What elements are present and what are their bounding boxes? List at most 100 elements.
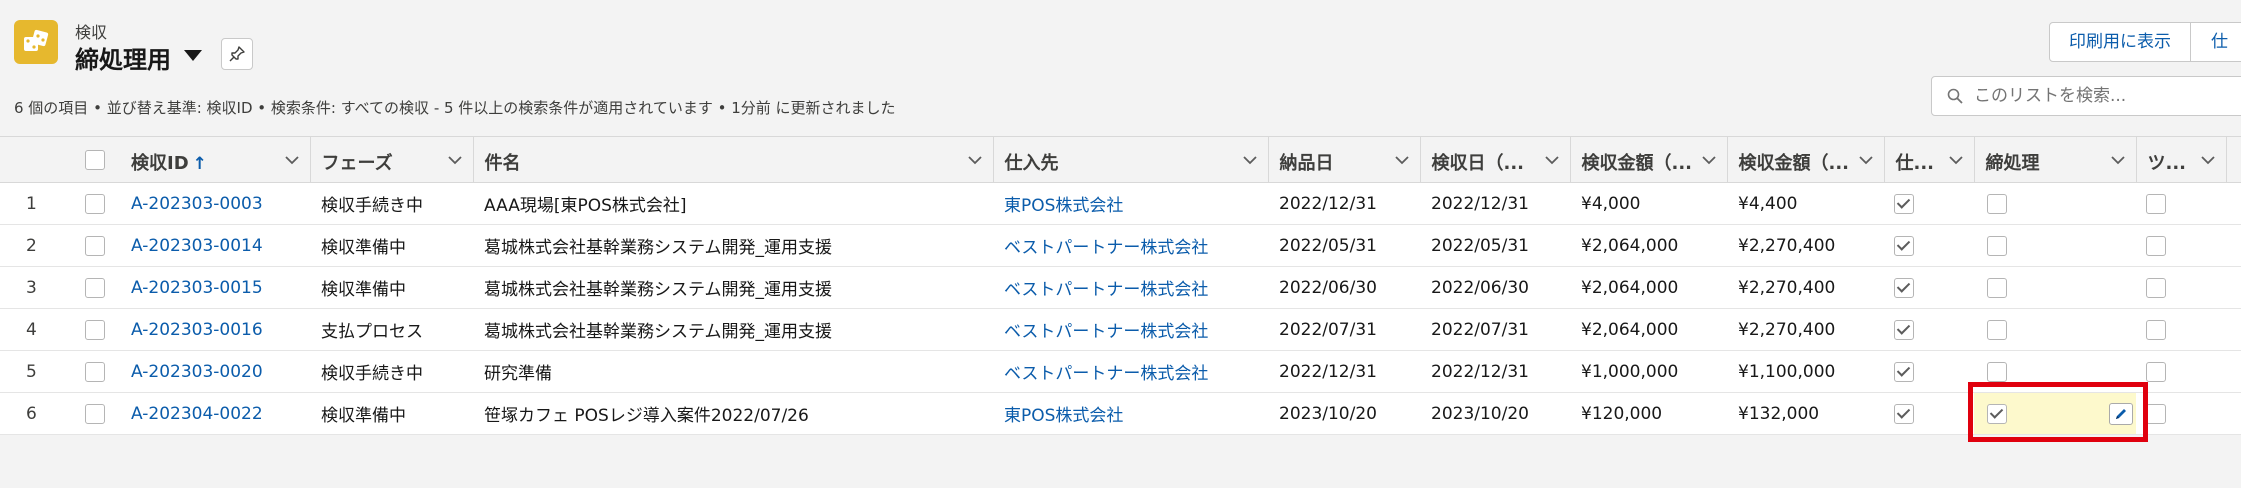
table-row[interactable]: 2 A-202303-0014 検収準備中 葛城株式会社基幹業務システム開発_運用支援…	[0, 224, 2241, 267]
shi-checkbox[interactable]	[1894, 193, 1914, 214]
column-header-subject[interactable]: 件名	[473, 136, 994, 183]
row-filler	[2226, 392, 2241, 435]
subject-cell: 葛城株式会社基幹業務システム開発_運用支援	[473, 308, 993, 351]
row-number-header	[0, 136, 75, 183]
shi-cell	[1884, 224, 1974, 267]
tsu-cell	[2136, 350, 2226, 393]
record-id-link[interactable]: A-202304-0022	[131, 404, 263, 424]
chevron-down-icon[interactable]	[1544, 152, 1560, 168]
inspection-date-cell: 2022/07/31	[1420, 308, 1570, 351]
shi-checkbox[interactable]	[1894, 319, 1914, 340]
shi-checkbox[interactable]	[1894, 403, 1914, 424]
table-row[interactable]: 3 A-202303-0015 検収準備中 葛城株式会社基幹業務システム開発_運用支援…	[0, 266, 2241, 309]
chevron-down-icon[interactable]	[447, 152, 463, 168]
shi-checkbox[interactable]	[1894, 361, 1914, 382]
inspection-date-cell: 2022/05/31	[1420, 224, 1570, 267]
delivery-date-cell: 2023/10/20	[1268, 392, 1420, 435]
vendor-link[interactable]: ベストパートナー株式会社	[1004, 364, 1208, 384]
list-status-line: 6 個の項目 • 並び替え基準: 検収ID • 検索条件: すべての検収 - 5…	[14, 99, 896, 117]
sort-ascending-icon[interactable]: ↑	[193, 154, 207, 174]
column-header-inspection-date[interactable]: 検収日（...	[1420, 136, 1571, 183]
pencil-edit-icon[interactable]	[2109, 403, 2133, 425]
inspection-date-cell: 2022/12/31	[1420, 350, 1570, 393]
column-header-shi[interactable]: 仕...	[1884, 136, 1975, 183]
row-select-checkbox[interactable]	[85, 361, 105, 382]
column-header-vendor[interactable]: 仕入先	[993, 136, 1269, 183]
vendor-link[interactable]: 東POS株式会社	[1004, 196, 1123, 216]
action-button[interactable]: 仕	[2191, 22, 2241, 62]
records-table-body: 1 A-202303-0003 検収手続き中 AAA現場[東POS株式会社] 東POS株…	[0, 182, 2241, 435]
chevron-down-icon[interactable]	[2110, 152, 2126, 168]
search-input[interactable]	[1974, 83, 2241, 109]
table-row[interactable]: 5 A-202303-0020 検収手続き中 研究準備 ベストパートナー株式会社 2022…	[0, 350, 2241, 393]
vendor-cell: ベストパートナー株式会社	[993, 266, 1268, 309]
id-cell: A-202303-0016	[120, 308, 310, 351]
vendor-link[interactable]: 東POS株式会社	[1004, 406, 1123, 426]
chevron-down-icon[interactable]	[1858, 152, 1874, 168]
chevron-down-icon[interactable]	[1242, 152, 1258, 168]
closing-cell-edited[interactable]	[1974, 392, 2136, 435]
delivery-date-cell: 2022/05/31	[1268, 224, 1420, 267]
record-id-link[interactable]: A-202303-0003	[131, 194, 263, 214]
list-search[interactable]	[1931, 76, 2241, 116]
vendor-cell: ベストパートナー株式会社	[993, 350, 1268, 393]
record-id-link[interactable]: A-202303-0015	[131, 278, 263, 298]
print-view-button[interactable]: 印刷用に表示	[2049, 22, 2191, 62]
chevron-down-icon[interactable]	[184, 50, 202, 61]
row-number: 1	[0, 182, 75, 225]
row-select-checkbox[interactable]	[85, 403, 105, 424]
closing-cell	[1974, 308, 2136, 351]
row-select-checkbox[interactable]	[85, 277, 105, 298]
tsu-cell	[2136, 392, 2226, 435]
list-view-title[interactable]: 締処理用	[75, 40, 171, 75]
row-select-cell	[75, 392, 120, 435]
chevron-down-icon[interactable]	[967, 152, 983, 168]
vendor-link[interactable]: ベストパートナー株式会社	[1004, 322, 1208, 342]
table-row[interactable]: 6 A-202304-0022 検収準備中 笹塚カフェ POSレジ導入案件2022/0…	[0, 392, 2241, 435]
column-header-id[interactable]: 検収ID ↑	[120, 136, 311, 183]
row-number: 5	[0, 350, 75, 393]
closing-checkbox[interactable]	[1987, 277, 2007, 298]
row-select-checkbox[interactable]	[85, 319, 105, 340]
select-all-checkbox[interactable]	[85, 150, 105, 170]
column-header-tsu[interactable]: ツ...	[2136, 136, 2227, 183]
record-id-link[interactable]: A-202303-0014	[131, 236, 263, 256]
column-header-amount-1[interactable]: 検収金額（...	[1570, 136, 1728, 183]
closing-checkbox[interactable]	[1987, 403, 2007, 424]
chevron-down-icon[interactable]	[1701, 152, 1717, 168]
chevron-down-icon[interactable]	[1948, 152, 1964, 168]
phase-cell: 検収準備中	[310, 266, 473, 309]
column-header-closing[interactable]: 締処理	[1974, 136, 2137, 183]
tsu-checkbox[interactable]	[2146, 319, 2166, 340]
tsu-checkbox[interactable]	[2146, 193, 2166, 214]
closing-checkbox[interactable]	[1987, 361, 2007, 382]
tsu-checkbox[interactable]	[2146, 235, 2166, 256]
closing-checkbox[interactable]	[1987, 235, 2007, 256]
closing-checkbox[interactable]	[1987, 193, 2007, 214]
row-filler	[2226, 224, 2241, 267]
tsu-checkbox[interactable]	[2146, 403, 2166, 424]
vendor-link[interactable]: ベストパートナー株式会社	[1004, 238, 1208, 258]
tsu-checkbox[interactable]	[2146, 361, 2166, 382]
closing-checkbox[interactable]	[1987, 319, 2007, 340]
closing-cell	[1974, 224, 2136, 267]
column-header-delivery-date[interactable]: 納品日	[1268, 136, 1421, 183]
shi-checkbox[interactable]	[1894, 277, 1914, 298]
amount2-cell: ¥132,000	[1727, 392, 1884, 435]
table-row[interactable]: 4 A-202303-0016 支払プロセス 葛城株式会社基幹業務システム開発_運用支…	[0, 308, 2241, 351]
pin-button[interactable]	[221, 38, 253, 70]
vendor-link[interactable]: ベストパートナー株式会社	[1004, 280, 1208, 300]
tsu-checkbox[interactable]	[2146, 277, 2166, 298]
chevron-down-icon[interactable]	[284, 152, 300, 168]
row-select-checkbox[interactable]	[85, 235, 105, 256]
column-header-amount-2[interactable]: 検収金額（...	[1727, 136, 1885, 183]
column-header-phase[interactable]: フェーズ	[310, 136, 474, 183]
shi-checkbox[interactable]	[1894, 235, 1914, 256]
row-select-cell	[75, 350, 120, 393]
table-row[interactable]: 1 A-202303-0003 検収手続き中 AAA現場[東POS株式会社] 東POS株…	[0, 182, 2241, 225]
record-id-link[interactable]: A-202303-0016	[131, 320, 263, 340]
chevron-down-icon[interactable]	[1394, 152, 1410, 168]
record-id-link[interactable]: A-202303-0020	[131, 362, 263, 382]
row-select-checkbox[interactable]	[85, 193, 105, 214]
chevron-down-icon[interactable]	[2200, 152, 2216, 168]
